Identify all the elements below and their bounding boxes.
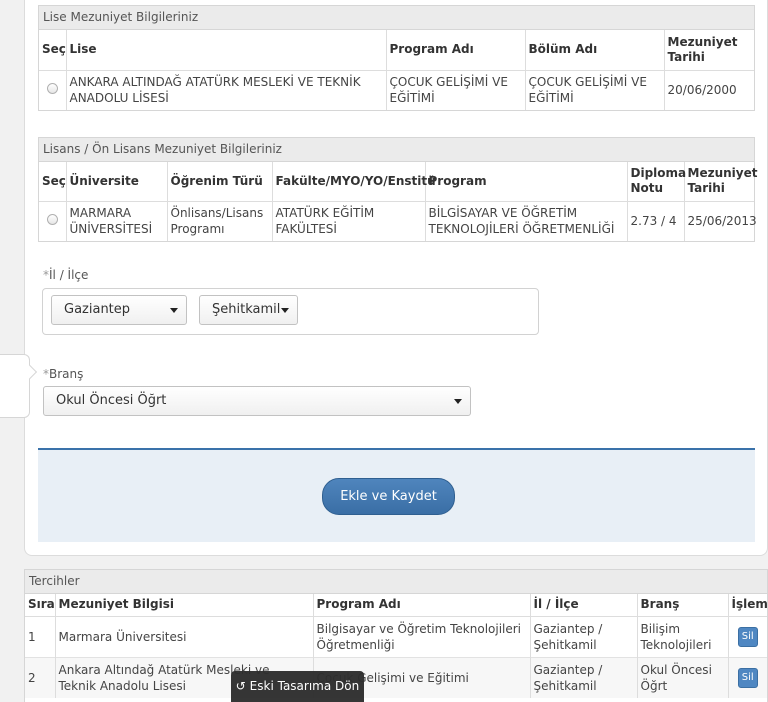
col-universite: Üniversite	[66, 162, 168, 202]
tercihler-panel: Tercihler Sıra Mezuniyet Bilgisi Program…	[24, 569, 768, 702]
university-name: MARMARA ÜNİVERSİTESİ	[66, 201, 168, 241]
chevron-down-icon	[170, 308, 178, 313]
lisans-panel-title: Lisans / Ön Lisans Mezuniyet Bilgilerini…	[39, 138, 754, 162]
education-type: Önlisans/Lisans Programı	[167, 201, 273, 241]
row-number: 1	[25, 616, 56, 657]
program-name: Bilgisayar ve Öğretim Teknolojileri Öğre…	[313, 616, 531, 657]
il-select[interactable]: Gaziantep	[51, 295, 187, 325]
chevron-down-icon	[281, 308, 289, 313]
delete-button[interactable]: Sil	[737, 626, 758, 647]
col-mezuniyet: Mezuniyet Tarihi	[664, 30, 754, 71]
save-button[interactable]: Ekle ve Kaydet	[322, 478, 455, 515]
tercihler-panel-title: Tercihler	[25, 570, 767, 594]
graduation-date: 25/06/2013	[687, 214, 757, 229]
table-row: 1 Marmara Üniversitesi Bilgisayar ve Öğr…	[25, 616, 767, 657]
table-row: MARMARA ÜNİVERSİTESİ Önlisans/Lisans Pro…	[39, 201, 757, 241]
old-design-button[interactable]: ↺ Eski Tasarıma Dön	[231, 671, 364, 702]
col-mezuniyet-bilgisi: Mezuniyet Bilgisi	[55, 594, 314, 617]
col-il-ilce: İl / İlçe	[530, 594, 638, 617]
brans-select[interactable]: Okul Öncesi Öğrt	[43, 386, 471, 416]
col-brans: Branş	[637, 594, 729, 617]
diploma-grade: 2.73 / 4	[627, 201, 685, 241]
col-islem: İşlem	[728, 594, 768, 617]
graduation-info: Marmara Üniversitesi	[55, 616, 314, 657]
old-design-label: Eski Tasarıma Dön	[249, 679, 360, 693]
tercihler-table: Sıra Mezuniyet Bilgisi Program Adı İl / …	[25, 594, 768, 698]
lise-panel: Lise Mezuniyet Bilgileriniz Seç Lise Pro…	[38, 5, 755, 111]
col-fakulte: Fakülte/MYO/YO/Enstitü	[272, 162, 436, 202]
table-row: 2 Ankara Altındağ Atatürk Mesleki ve Tek…	[25, 657, 767, 698]
program-name: BİLGİSAYAR VE ÖĞRETİM TEKNOLOJİLERİ ÖĞRE…	[425, 201, 628, 241]
graduation-date: 20/06/2000	[667, 83, 737, 98]
row-number: 2	[25, 657, 56, 698]
col-sec: Seç	[39, 30, 67, 71]
location: Gaziantep / Şehitkamil	[530, 657, 638, 698]
col-program: Program Adı	[386, 30, 526, 71]
col-program: Program	[425, 162, 628, 202]
col-lise: Lise	[66, 30, 387, 71]
branch: Bilişim Teknolojileri	[637, 616, 729, 657]
col-ogrenim-turu: Öğrenim Türü	[167, 162, 273, 202]
col-mezuniyet: Mezuniyet Tarihi	[684, 162, 757, 202]
col-program-adi: Program Adı	[313, 594, 531, 617]
lise-panel-title: Lise Mezuniyet Bilgileriniz	[39, 6, 754, 30]
col-bolum: Bölüm Adı	[525, 30, 665, 71]
branch: Okul Öncesi Öğrt	[637, 657, 729, 698]
ilce-select[interactable]: Şehitkamil	[199, 295, 298, 325]
lise-table: Seç Lise Program Adı Bölüm Adı Mezuniyet…	[39, 30, 754, 110]
location-label: *İl / İlçe	[43, 268, 89, 282]
location: Gaziantep / Şehitkamil	[530, 616, 638, 657]
delete-button[interactable]: Sil	[737, 667, 758, 688]
select-radio[interactable]	[47, 214, 59, 226]
col-diploma-notu: Diploma Notu	[627, 162, 686, 202]
undo-icon: ↺	[235, 679, 246, 693]
faculty-name: ATATÜRK EĞİTİM FAKÜLTESİ	[272, 201, 426, 241]
col-sira: Sıra	[25, 594, 56, 617]
col-sec: Seç	[39, 162, 67, 202]
program-name: ÇOCUK GELİŞİMİ VE EĞİTİMİ	[386, 70, 526, 110]
lisans-table: Seç Üniversite Öğrenim Türü Fakülte/MYO/…	[39, 162, 757, 241]
select-radio[interactable]	[47, 83, 59, 95]
side-tab[interactable]	[0, 354, 38, 418]
lisans-panel: Lisans / Ön Lisans Mezuniyet Bilgilerini…	[38, 137, 757, 242]
brans-label: *Branş	[43, 367, 84, 381]
school-name: ANKARA ALTINDAĞ ATATÜRK MESLEKİ VE TEKNİ…	[66, 70, 387, 110]
table-row: ANKARA ALTINDAĞ ATATÜRK MESLEKİ VE TEKNİ…	[39, 70, 754, 110]
chevron-down-icon	[454, 399, 462, 404]
department-name: ÇOCUK GELİŞİMİ VE EĞİTİMİ	[525, 70, 665, 110]
